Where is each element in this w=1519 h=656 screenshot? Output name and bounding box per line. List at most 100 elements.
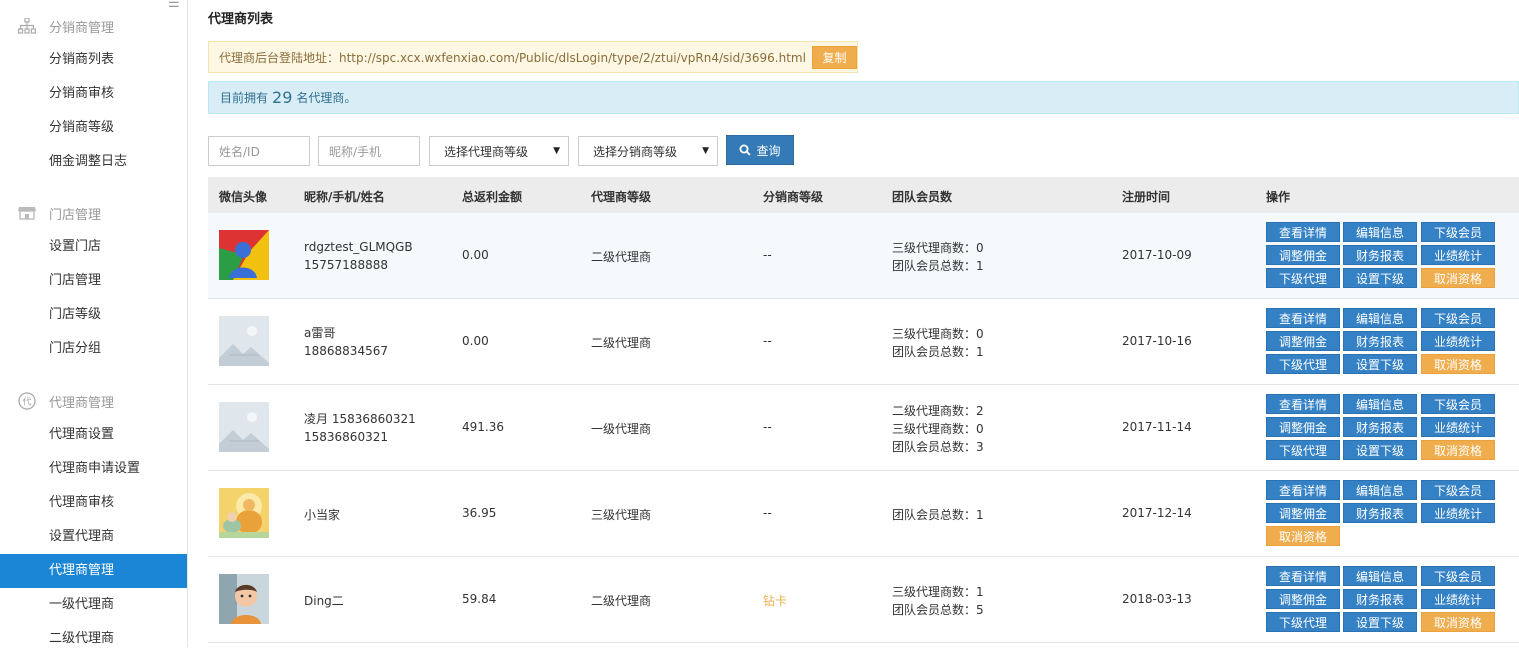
edit-info-button[interactable]: 编辑信息 [1343, 394, 1417, 414]
team-line: 团队会员总数：3 [892, 440, 984, 454]
group-agent-management[interactable]: 代 代理商管理 [0, 384, 187, 418]
revoke-button[interactable]: 取消资格 [1421, 268, 1495, 288]
sub-agents-button[interactable]: 下级代理 [1266, 440, 1340, 460]
set-subordinate-button[interactable]: 设置下级 [1343, 440, 1417, 460]
sub-agents-button[interactable]: 下级代理 [1266, 268, 1340, 288]
sub-agents-button[interactable]: 下级代理 [1266, 354, 1340, 374]
performance-button[interactable]: 业绩统计 [1421, 503, 1495, 523]
sidebar-item-agent-management[interactable]: 代理商管理 [0, 554, 187, 588]
agent-level: 三级代理商 [591, 508, 652, 522]
dist-level: -- [763, 420, 772, 434]
sidebar-item-level1-agent[interactable]: 一级代理商 [0, 588, 187, 622]
revoke-button[interactable]: 取消资格 [1421, 440, 1495, 460]
view-details-button[interactable]: 查看详情 [1266, 480, 1340, 500]
amount: 0.00 [462, 248, 489, 262]
sidebar-item-distributor-review[interactable]: 分销商审核 [0, 77, 187, 111]
nick-phone-placeholder: 昵称/手机 [329, 144, 382, 159]
phone: 15836860321 [304, 430, 388, 444]
dist-level-select[interactable]: 选择分销商等级 ▼ [578, 136, 718, 166]
performance-button[interactable]: 业绩统计 [1421, 331, 1495, 351]
phone: 15757188888 [304, 258, 388, 272]
col-nick: 昵称/手机/姓名 [304, 190, 385, 204]
sidebar-item-distributor-list[interactable]: 分销商列表 [0, 43, 187, 77]
group-title: 门店管理 [49, 207, 102, 223]
sidebar-item-store-group[interactable]: 门店分组 [0, 332, 187, 366]
name-id-input[interactable]: 姓名/ID [208, 136, 310, 166]
table-row: rdgztest_GLMQGB 15757188888 0.00 二级代理商 --… [208, 213, 1519, 299]
sub-members-button[interactable]: 下级会员 [1421, 566, 1495, 586]
group-distributor-management[interactable]: 分销商管理 [0, 9, 187, 43]
adjust-commission-button[interactable]: 调整佣金 [1266, 245, 1340, 265]
col-date: 注册时间 [1122, 190, 1171, 204]
adjust-commission-button[interactable]: 调整佣金 [1266, 503, 1340, 523]
sitemap-icon [18, 17, 36, 35]
finance-report-button[interactable]: 财务报表 [1343, 331, 1417, 351]
edit-info-button[interactable]: 编辑信息 [1343, 308, 1417, 328]
sidebar-item-commission-log[interactable]: 佣金调整日志 [0, 145, 187, 179]
sidebar-item-agent-settings[interactable]: 代理商设置 [0, 418, 187, 452]
adjust-commission-button[interactable]: 调整佣金 [1266, 331, 1340, 351]
caret-down-icon: ▼ [702, 146, 709, 156]
agent-level: 一级代理商 [591, 422, 652, 436]
finance-report-button[interactable]: 财务报表 [1343, 503, 1417, 523]
performance-button[interactable]: 业绩统计 [1421, 417, 1495, 437]
sidebar-item-agent-review[interactable]: 代理商审核 [0, 486, 187, 520]
nick: a雷哥 [304, 326, 336, 340]
amount: 491.36 [462, 420, 504, 434]
table-row: 小当家 36.95 三级代理商 -- 团队会员总数：1 2017-12-14 查… [208, 471, 1519, 557]
sidebar-item-set-store[interactable]: 设置门店 [0, 230, 187, 264]
team-line: 团队会员总数：5 [892, 603, 984, 617]
team-line: 团队会员总数：1 [892, 259, 984, 273]
set-subordinate-button[interactable]: 设置下级 [1343, 268, 1417, 288]
set-subordinate-button[interactable]: 设置下级 [1343, 612, 1417, 632]
sidebar-item-agent-apply-settings[interactable]: 代理商申请设置 [0, 452, 187, 486]
sub-members-button[interactable]: 下级会员 [1421, 308, 1495, 328]
group-store-management[interactable]: 门店管理 [0, 196, 187, 230]
finance-report-button[interactable]: 财务报表 [1343, 417, 1417, 437]
finance-report-button[interactable]: 财务报表 [1343, 245, 1417, 265]
col-amount: 总返利金额 [462, 190, 523, 204]
sub-members-button[interactable]: 下级会员 [1421, 480, 1495, 500]
sidebar-item-level2-agent[interactable]: 二级代理商 [0, 622, 187, 656]
finance-report-button[interactable]: 财务报表 [1343, 589, 1417, 609]
edit-info-button[interactable]: 编辑信息 [1343, 566, 1417, 586]
view-details-button[interactable]: 查看详情 [1266, 394, 1340, 414]
team-line: 三级代理商数：0 [892, 327, 984, 341]
performance-button[interactable]: 业绩统计 [1421, 589, 1495, 609]
sidebar-item-distributor-level[interactable]: 分销商等级 [0, 111, 187, 145]
performance-button[interactable]: 业绩统计 [1421, 245, 1495, 265]
sidebar-item-store-management[interactable]: 门店管理 [0, 264, 187, 298]
sub-members-button[interactable]: 下级会员 [1421, 394, 1495, 414]
revoke-button[interactable]: 取消资格 [1266, 526, 1340, 546]
revoke-button[interactable]: 取消资格 [1421, 612, 1495, 632]
reg-date: 2017-12-14 [1122, 506, 1192, 520]
sub-agents-button[interactable]: 下级代理 [1266, 612, 1340, 632]
table-header: 微信头像 昵称/手机/姓名 总返利金额 代理商等级 分销商等级 团队会员数 注册… [208, 177, 1519, 213]
agent-level-select[interactable]: 选择代理商等级 ▼ [429, 136, 569, 166]
agent-level-selected: 选择代理商等级 [444, 144, 529, 159]
group-title: 分销商管理 [49, 20, 115, 36]
view-details-button[interactable]: 查看详情 [1266, 566, 1340, 586]
edit-info-button[interactable]: 编辑信息 [1343, 222, 1417, 242]
sidebar-item-set-agent[interactable]: 设置代理商 [0, 520, 187, 554]
adjust-commission-button[interactable]: 调整佣金 [1266, 417, 1340, 437]
view-details-button[interactable]: 查看详情 [1266, 308, 1340, 328]
login-url-text: 代理商后台登陆地址：http://spc.xcx.wxfenxiao.com/P… [219, 50, 806, 65]
search-icon [739, 144, 751, 156]
copy-button[interactable]: 复制 [811, 45, 857, 69]
team-line: 三级代理商数：1 [892, 585, 984, 599]
search-label: 查询 [756, 143, 781, 158]
agent-icon: 代 [18, 392, 36, 410]
reg-date: 2018-03-13 [1122, 592, 1192, 606]
set-subordinate-button[interactable]: 设置下级 [1343, 354, 1417, 374]
search-button[interactable]: 查询 [726, 135, 794, 165]
edit-info-button[interactable]: 编辑信息 [1343, 480, 1417, 500]
sidebar-item-store-level[interactable]: 门店等级 [0, 298, 187, 332]
child-photo-avatar [219, 574, 269, 624]
revoke-button[interactable]: 取消资格 [1421, 354, 1495, 374]
adjust-commission-button[interactable]: 调整佣金 [1266, 589, 1340, 609]
view-details-button[interactable]: 查看详情 [1266, 222, 1340, 242]
sub-members-button[interactable]: 下级会员 [1421, 222, 1495, 242]
sidebar: ☰ 分销商管理 分销商列表 分销商审核 分销商等级 佣金调整日志 门店管理 设置… [0, 0, 188, 647]
nick-phone-input[interactable]: 昵称/手机 [318, 136, 420, 166]
